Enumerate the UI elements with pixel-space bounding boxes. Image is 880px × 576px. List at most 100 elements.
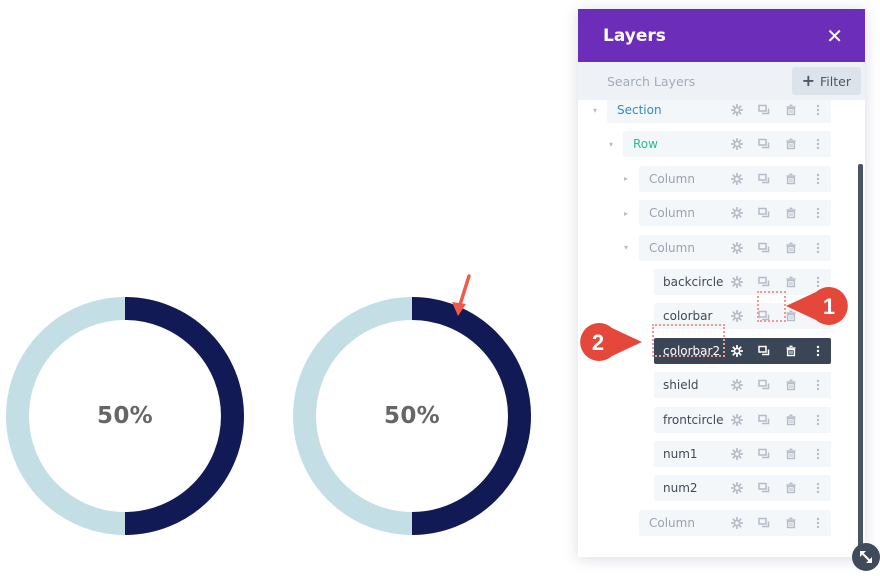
layer-label: Column (649, 240, 695, 255)
caret-down-icon[interactable]: ▾ (621, 243, 631, 253)
layer-actions (723, 200, 831, 226)
more-icon[interactable] (804, 235, 831, 261)
more-icon[interactable] (804, 407, 831, 433)
badge-1-text: 1 (823, 294, 835, 319)
gear-icon[interactable] (723, 235, 750, 261)
gear-icon[interactable] (723, 200, 750, 226)
layer-item-column[interactable]: Column (639, 200, 831, 227)
trash-icon[interactable] (777, 166, 804, 192)
caret-down-icon[interactable]: ▾ (590, 105, 600, 115)
highlight-duplicate-icon (757, 291, 786, 322)
progress-circle-1[interactable]: 50% (6, 297, 244, 535)
layer-item-column[interactable]: Column (639, 234, 831, 261)
layer-label: num1 (663, 447, 698, 461)
layer-actions (723, 407, 831, 433)
layer-item-num1[interactable]: num1 (654, 441, 831, 467)
more-icon[interactable] (804, 166, 831, 192)
layer-label: Column (649, 171, 695, 186)
duplicate-icon[interactable] (750, 235, 777, 261)
layer-actions (723, 166, 831, 192)
trash-icon[interactable] (777, 372, 804, 398)
layer-label: shield (663, 378, 699, 393)
layer-item-column[interactable]: Column (639, 509, 831, 536)
resize-handle[interactable] (852, 543, 880, 571)
duplicate-icon[interactable] (750, 131, 777, 157)
gear-icon[interactable] (723, 166, 750, 192)
duplicate-icon[interactable] (750, 407, 777, 433)
layer-item-column[interactable]: Column (639, 165, 831, 192)
layer-item-row[interactable]: Row (623, 131, 831, 158)
layer-item-section[interactable]: Section (607, 100, 831, 123)
layer-label: colorbar (663, 309, 713, 324)
more-icon[interactable] (804, 100, 831, 123)
annotation-badge-1: 1 (786, 287, 848, 325)
caret-right-icon[interactable]: ▸ (621, 174, 631, 184)
annotation-arrow-icon (452, 274, 471, 316)
gear-icon[interactable] (723, 407, 750, 433)
more-icon[interactable] (804, 475, 831, 501)
layer-actions (723, 100, 831, 123)
layer-actions (723, 131, 831, 157)
layer-item-num2[interactable]: num2 (654, 475, 831, 502)
filter-label: Filter (820, 73, 851, 89)
layer-actions (723, 510, 831, 536)
duplicate-icon[interactable] (750, 372, 777, 398)
trash-icon[interactable] (777, 338, 804, 364)
filter-button[interactable]: + Filter (791, 67, 861, 95)
trash-icon[interactable] (777, 131, 804, 157)
plus-icon: + (801, 71, 816, 90)
more-icon[interactable] (804, 372, 831, 398)
caret-down-icon[interactable]: ▾ (606, 139, 616, 149)
layer-actions (723, 475, 831, 501)
trash-icon[interactable] (777, 235, 804, 261)
more-icon[interactable] (804, 441, 831, 467)
duplicate-icon[interactable] (750, 100, 777, 123)
search-layers-input[interactable] (607, 73, 777, 89)
duplicate-icon[interactable] (750, 441, 777, 467)
layer-label: num2 (663, 481, 698, 496)
gear-icon[interactable] (723, 131, 750, 157)
annotation-badge-2: 2 (580, 323, 642, 361)
gear-icon[interactable] (723, 475, 750, 501)
gear-icon[interactable] (723, 303, 750, 329)
trash-icon[interactable] (777, 100, 804, 123)
layer-item-shield[interactable]: shield (654, 372, 831, 399)
scrollbar[interactable] (858, 164, 863, 557)
percent-label: 50% (384, 403, 440, 429)
layer-label: Section (617, 103, 662, 117)
trash-icon[interactable] (777, 200, 804, 226)
layer-item-frontcircle[interactable]: frontcircle (654, 406, 831, 433)
trash-icon[interactable] (777, 510, 804, 536)
more-icon[interactable] (804, 131, 831, 157)
duplicate-icon[interactable] (750, 510, 777, 536)
search-bar: + Filter (578, 62, 865, 100)
gear-icon[interactable] (723, 510, 750, 536)
layer-label: Row (633, 137, 658, 152)
duplicate-icon[interactable] (750, 166, 777, 192)
panel-header: Layers ✕ (578, 9, 865, 62)
layer-actions (723, 235, 831, 261)
layers-panel: Layers ✕ + Filter Section ▾ Row ▾ Column ▸ Col… (578, 9, 865, 557)
duplicate-icon[interactable] (750, 475, 777, 501)
trash-icon[interactable] (777, 407, 804, 433)
trash-icon[interactable] (777, 441, 804, 467)
gear-icon[interactable] (723, 372, 750, 398)
duplicate-icon[interactable] (750, 200, 777, 226)
gear-icon[interactable] (723, 338, 750, 364)
more-icon[interactable] (804, 200, 831, 226)
layer-label: backcircle (663, 275, 724, 289)
close-icon[interactable]: ✕ (826, 26, 843, 46)
caret-right-icon[interactable]: ▸ (621, 208, 631, 218)
more-icon[interactable] (804, 338, 831, 364)
layer-label: Column (649, 515, 695, 530)
progress-circle-2[interactable]: 50% (293, 297, 531, 535)
duplicate-icon[interactable] (750, 338, 777, 364)
more-icon[interactable] (804, 510, 831, 536)
layer-label: Column (649, 206, 695, 221)
gear-icon[interactable] (723, 269, 750, 295)
resize-icon (860, 551, 872, 563)
gear-icon[interactable] (723, 441, 750, 467)
trash-icon[interactable] (777, 475, 804, 501)
gear-icon[interactable] (723, 100, 750, 123)
layer-actions (723, 441, 831, 467)
